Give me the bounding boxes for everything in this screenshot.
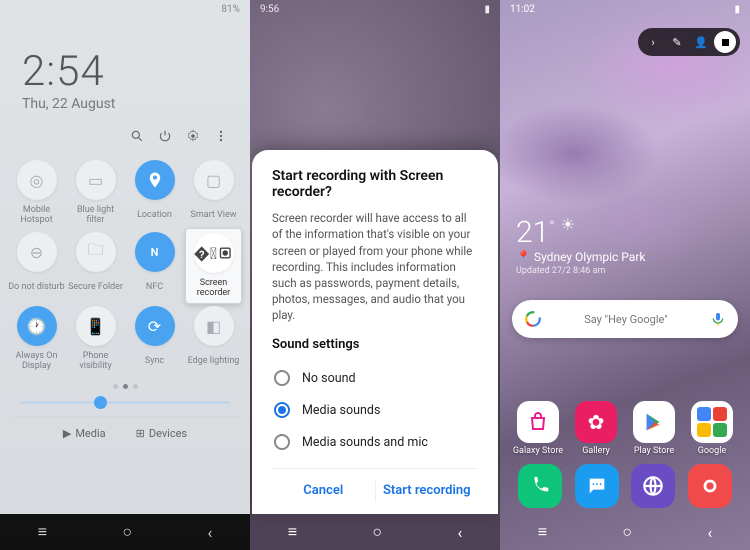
status-time: 9:56: [260, 4, 279, 15]
location-icon: 📍: [516, 250, 531, 264]
battery-text: 81%: [221, 4, 240, 15]
tile-screenrecorder[interactable]: �⃞Screen recorder: [185, 228, 242, 304]
status-bar: 11:02 ▮: [500, 0, 750, 19]
more-icon[interactable]: [214, 128, 228, 142]
weather-icon: ☀: [561, 215, 575, 234]
page-indicator: [0, 384, 250, 389]
nav-bar: ≡ ○ ‹: [250, 514, 500, 550]
cancel-button[interactable]: Cancel: [272, 479, 375, 502]
stop-button[interactable]: [714, 31, 736, 53]
radio-icon: [274, 402, 290, 418]
person-icon[interactable]: 👤: [690, 31, 712, 53]
tile-bluelight[interactable]: ▭Blue light filter: [67, 160, 124, 226]
nav-back[interactable]: ‹: [457, 523, 462, 542]
tile-nfc[interactable]: NNFC: [126, 232, 183, 300]
status-bar: 81%: [0, 0, 250, 19]
tile-visibility[interactable]: 📱Phone visibility: [67, 306, 124, 372]
dock-internet[interactable]: [631, 464, 675, 508]
google-logo-icon: [524, 310, 542, 328]
devices-tab[interactable]: ⊞Devices: [136, 427, 187, 440]
nav-back[interactable]: ‹: [207, 523, 212, 542]
time-text: 2:54: [22, 47, 228, 96]
status-icons: ▮: [484, 4, 490, 15]
media-tab[interactable]: ▶Media: [63, 427, 106, 440]
status-icons: ▮: [734, 4, 740, 15]
gear-icon[interactable]: [186, 128, 200, 142]
tile-hotspot[interactable]: ◎Mobile Hotspot: [8, 160, 65, 226]
location-text: Sydney Olympic Park: [534, 250, 646, 264]
tile-aod[interactable]: 🕐Always On Display: [8, 306, 65, 372]
dock-phone[interactable]: [518, 464, 562, 508]
app-row: Galaxy Store ✿Gallery Play Store Google: [500, 401, 750, 456]
home-screen: 11:02 ▮ › ✎ 👤 21° ☀ 📍Sydney Olympic Park…: [500, 0, 750, 550]
pointer-icon[interactable]: ›: [642, 31, 664, 53]
app-play-store[interactable]: Play Store: [628, 401, 680, 456]
header-actions: [0, 118, 250, 156]
option-label: Media sounds: [302, 403, 380, 418]
nav-recents[interactable]: ≡: [288, 522, 297, 542]
weather-widget[interactable]: 21° ☀ 📍Sydney Olympic Park Updated 27/2 …: [516, 215, 646, 276]
app-gallery[interactable]: ✿Gallery: [570, 401, 622, 456]
radio-icon: [274, 434, 290, 450]
option-no-sound[interactable]: No sound: [272, 362, 478, 394]
nav-home[interactable]: ○: [622, 522, 632, 542]
tile-securefolder[interactable]: 🗀Secure Folder: [67, 232, 124, 300]
option-media-sounds[interactable]: Media sounds: [272, 394, 478, 426]
pencil-icon[interactable]: ✎: [666, 31, 688, 53]
radio-icon: [274, 370, 290, 386]
search-placeholder: Say "Hey Google": [542, 313, 710, 326]
brightness-slider[interactable]: [20, 401, 230, 404]
power-icon[interactable]: [158, 128, 172, 142]
search-icon[interactable]: [130, 128, 144, 142]
recorder-dialog-screen: 9:56 ▮ Start recording with Screen recor…: [250, 0, 500, 550]
recorder-dialog: Start recording with Screen recorder? Sc…: [252, 150, 498, 514]
option-media-and-mic[interactable]: Media sounds and mic: [272, 426, 478, 458]
dialog-title: Start recording with Screen recorder?: [272, 168, 478, 200]
status-time: 11:02: [510, 4, 535, 15]
google-search-bar[interactable]: Say "Hey Google": [512, 300, 738, 338]
dock: [500, 458, 750, 514]
tile-smartview[interactable]: ▢Smart View: [185, 160, 242, 226]
nav-recents[interactable]: ≡: [38, 522, 47, 542]
app-google-folder[interactable]: Google: [686, 401, 738, 456]
nav-back[interactable]: ‹: [707, 523, 712, 542]
nav-home[interactable]: ○: [122, 522, 132, 542]
dialog-body: Screen recorder will have access to all …: [272, 210, 478, 323]
recording-toolbar[interactable]: › ✎ 👤: [638, 28, 740, 56]
status-bar: 9:56 ▮: [250, 0, 500, 19]
tile-sync[interactable]: ⟳Sync: [126, 306, 183, 372]
nav-bar: ≡ ○ ‹: [0, 514, 250, 550]
quick-tiles-grid: ◎Mobile Hotspot ▭Blue light filter Locat…: [0, 156, 250, 376]
updated-text: Updated 27/2 8:46 am: [516, 266, 646, 276]
temp-value: 21: [516, 215, 549, 250]
option-label: No sound: [302, 371, 356, 386]
nav-bar: ≡ ○ ‹: [500, 514, 750, 550]
tile-location[interactable]: Location: [126, 160, 183, 226]
panel-tabs: ▶Media ⊞Devices: [10, 416, 240, 454]
app-galaxy-store[interactable]: Galaxy Store: [512, 401, 564, 456]
dock-messages[interactable]: [575, 464, 619, 508]
start-recording-button[interactable]: Start recording: [376, 479, 479, 502]
tile-dnd[interactable]: ⊖Do not disturb: [8, 232, 65, 300]
temp-unit: °: [549, 219, 554, 235]
option-label: Media sounds and mic: [302, 435, 428, 450]
dock-camera[interactable]: [688, 464, 732, 508]
nav-home[interactable]: ○: [372, 522, 382, 542]
nav-recents[interactable]: ≡: [538, 522, 547, 542]
clock-area: 2:54 Thu, 22 August: [0, 19, 250, 118]
dialog-actions: Cancel Start recording: [272, 468, 478, 502]
dialog-subtitle: Sound settings: [272, 337, 478, 352]
date-text: Thu, 22 August: [22, 96, 228, 112]
tile-edge[interactable]: ◧Edge lighting: [185, 306, 242, 372]
devices-icon: ⊞: [136, 427, 145, 440]
quick-settings-screen: 81% 2:54 Thu, 22 August ◎Mobile Hotspot …: [0, 0, 250, 550]
mic-icon[interactable]: [710, 311, 726, 327]
media-icon: ▶: [63, 427, 71, 440]
